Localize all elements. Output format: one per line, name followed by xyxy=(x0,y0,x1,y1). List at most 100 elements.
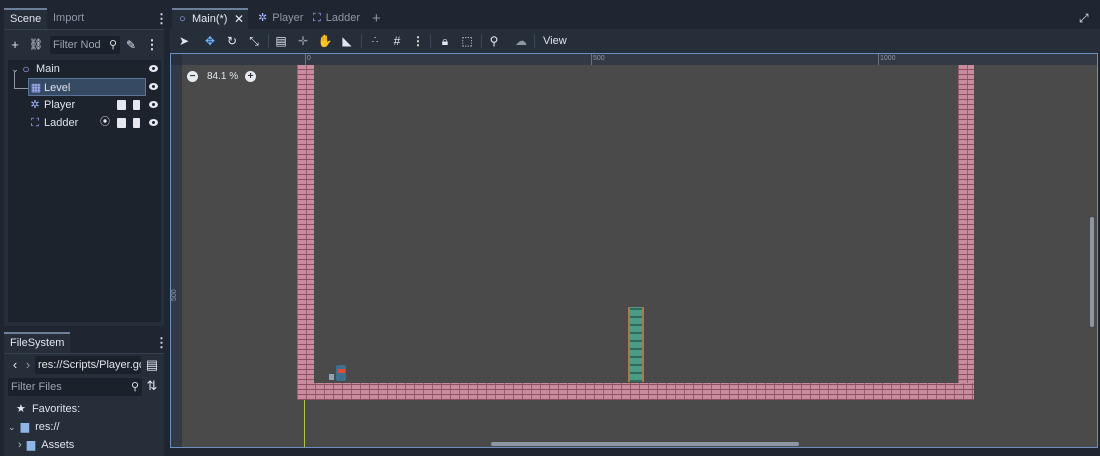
search-icon: ⚲ xyxy=(130,381,139,393)
brick-wall-left xyxy=(297,65,314,400)
visibility-eye-icon[interactable] xyxy=(148,114,160,132)
tab-main-scene[interactable]: ○ Main(*) ✕ xyxy=(172,8,248,29)
add-tab-icon[interactable]: + xyxy=(372,8,381,29)
instance-link-icon[interactable]: ⛓ xyxy=(27,34,45,56)
tree-node-main[interactable]: ⌄ ○ Main xyxy=(8,60,161,78)
zoom-out-icon[interactable]: − xyxy=(187,71,198,82)
star-icon: ★ xyxy=(16,403,26,415)
split-view-icon[interactable]: ▤ xyxy=(143,355,161,375)
tab-ladder-scene[interactable]: ⛶ Ladder xyxy=(313,8,360,29)
tab-filesystem[interactable]: FileSystem xyxy=(4,332,71,353)
lock-icon[interactable]: 🔒︎ xyxy=(436,31,454,51)
tree-node-label: Ladder xyxy=(44,117,79,129)
horizontal-scrollbar[interactable] xyxy=(491,442,799,446)
filter-nodes-input[interactable]: Filter Nod ⚲ xyxy=(50,36,120,54)
brick-floor xyxy=(297,383,974,400)
toolbar-separator xyxy=(430,34,431,48)
godot-editor-window: Scene Import ⋮ + ⛓ Filter Nod ⚲ ✎ ⋮ ⌄ ○ … xyxy=(0,0,1100,456)
scene-tree: ⌄ ○ Main ▦ Level ✲ Player ⛶ Ladder ⦿ xyxy=(8,60,161,322)
y-axis-line xyxy=(304,400,305,447)
scale-mode-icon[interactable]: ⤡ xyxy=(245,31,263,51)
node2d-circle-icon: ○ xyxy=(22,62,30,76)
cloud-icon[interactable]: ☁ xyxy=(512,31,530,51)
scene-dock-menu-icon[interactable]: ⋮ xyxy=(155,12,168,25)
toolbar-separator xyxy=(361,34,362,48)
path-field[interactable]: res://Scripts/Player.gd xyxy=(35,356,141,374)
toolbar-separator xyxy=(534,34,535,48)
select-mode-icon[interactable]: ➤ xyxy=(175,31,193,51)
ruler-tick xyxy=(878,54,879,65)
zoom-level[interactable]: 84.1 % xyxy=(207,70,238,84)
tree-node-ladder[interactable]: ⛶ Ladder ⦿ xyxy=(8,114,161,132)
list-select-icon[interactable]: ▤ xyxy=(272,31,290,51)
ruler-tick xyxy=(305,54,306,65)
ruler-left[interactable]: 500 xyxy=(171,54,182,447)
sort-icon[interactable]: ⇅ xyxy=(143,376,161,396)
search-icon: ⚲ xyxy=(108,39,117,51)
player-body xyxy=(336,365,346,381)
bone-icon[interactable]: ⚲ xyxy=(485,31,503,51)
smart-snap-icon[interactable]: ∴ xyxy=(366,31,384,51)
res-root-row[interactable]: ⌄ ▆ res:// xyxy=(8,418,60,436)
grid-snap-icon[interactable]: # xyxy=(388,31,406,51)
tab-scene[interactable]: Scene xyxy=(4,8,48,29)
scene-dock: Scene Import ⋮ + ⛓ Filter Nod ⚲ ✎ ⋮ ⌄ ○ … xyxy=(4,8,168,326)
ladder-sprite[interactable] xyxy=(628,307,644,382)
brick-wall-right xyxy=(958,65,974,400)
rotate-mode-icon[interactable]: ↻ xyxy=(223,31,241,51)
scene-dock-tabbar: Scene Import ⋮ xyxy=(4,8,168,29)
pan-mode-icon[interactable]: ✋ xyxy=(316,31,334,51)
tree-node-level[interactable]: ▦ Level xyxy=(28,78,146,96)
tilemap-grid-icon: ▦ xyxy=(30,82,42,94)
ruler-corner xyxy=(171,54,182,65)
player-face xyxy=(338,369,345,373)
scene-panel: + ⛓ Filter Nod ⚲ ✎ ⋮ ⌄ ○ Main ▦ Level ✲ … xyxy=(4,29,164,326)
visibility-eye-icon[interactable] xyxy=(148,60,160,78)
snap-options-icon[interactable]: ⋮ xyxy=(409,31,427,51)
close-icon[interactable]: ✕ xyxy=(234,10,244,29)
player-sprite[interactable] xyxy=(329,365,349,382)
move-mode-icon[interactable]: ✥ xyxy=(201,31,219,51)
filter-files-placeholder: Filter Files xyxy=(11,381,62,393)
tab-player-scene[interactable]: ✲ Player xyxy=(258,8,303,29)
folder-icon: ▆ xyxy=(20,421,30,433)
favorites-row[interactable]: ★ Favorites: xyxy=(16,400,80,418)
assets-folder-label: Assets xyxy=(41,439,75,451)
script-icon[interactable] xyxy=(133,100,140,110)
visibility-eye-icon[interactable] xyxy=(148,96,160,114)
attach-script-icon[interactable]: ✎ xyxy=(122,34,140,56)
filesystem-menu-icon[interactable]: ⋮ xyxy=(155,336,168,349)
add-node-icon[interactable]: + xyxy=(6,34,24,56)
group-icon[interactable]: ⬚ xyxy=(458,31,476,51)
canvas-viewport[interactable]: 0 500 1000 500 − 84.1 % + xyxy=(170,53,1098,448)
chevron-right-icon[interactable]: › xyxy=(18,439,22,451)
tree-node-player[interactable]: ✲ Player xyxy=(8,96,161,114)
ruler-mode-icon[interactable]: ◣ xyxy=(338,31,356,51)
filter-files-input[interactable]: Filter Files ⚲ xyxy=(8,378,142,396)
tab-import[interactable]: Import xyxy=(47,8,90,29)
zoom-in-icon[interactable]: + xyxy=(245,71,256,82)
chevron-down-icon[interactable]: ⌄ xyxy=(8,422,16,432)
vertical-scrollbar[interactable] xyxy=(1090,217,1094,327)
clapperboard-icon[interactable] xyxy=(117,118,126,128)
ruler-label: 500 xyxy=(593,55,605,62)
distraction-free-icon[interactable]: ⤢ xyxy=(1079,8,1089,29)
clapperboard-icon[interactable] xyxy=(117,100,126,110)
ruler-top[interactable]: 0 500 1000 xyxy=(171,54,1097,65)
tree-node-label: Player xyxy=(44,99,76,111)
view-menu[interactable]: View xyxy=(543,31,567,51)
canvas-toolbar: ➤ ✥ ↻ ⤡ ▤ ✛ ✋ ◣ ∴ # ⋮ 🔒︎ ⬚ ⚲ ☁ View xyxy=(170,29,1100,53)
pivot-mode-icon[interactable]: ✛ xyxy=(294,31,312,51)
favorites-label: Favorites: xyxy=(31,403,81,415)
scene-options-icon[interactable]: ⋮ xyxy=(143,34,161,56)
signal-icon[interactable]: ⦿ xyxy=(98,114,112,132)
assets-folder-row[interactable]: › ▆ Assets xyxy=(18,436,74,454)
tree-node-label: Level xyxy=(44,82,71,94)
script-icon[interactable] xyxy=(133,118,140,128)
filter-nodes-placeholder: Filter Nod xyxy=(53,39,101,51)
scene-toolbar: + ⛓ Filter Nod ⚲ ✎ ⋮ xyxy=(4,34,164,56)
toolbar-separator xyxy=(481,34,482,48)
character-body-icon: ✲ xyxy=(30,99,40,111)
tab-label: Player xyxy=(272,12,304,24)
ruler-label: 1000 xyxy=(880,55,896,62)
